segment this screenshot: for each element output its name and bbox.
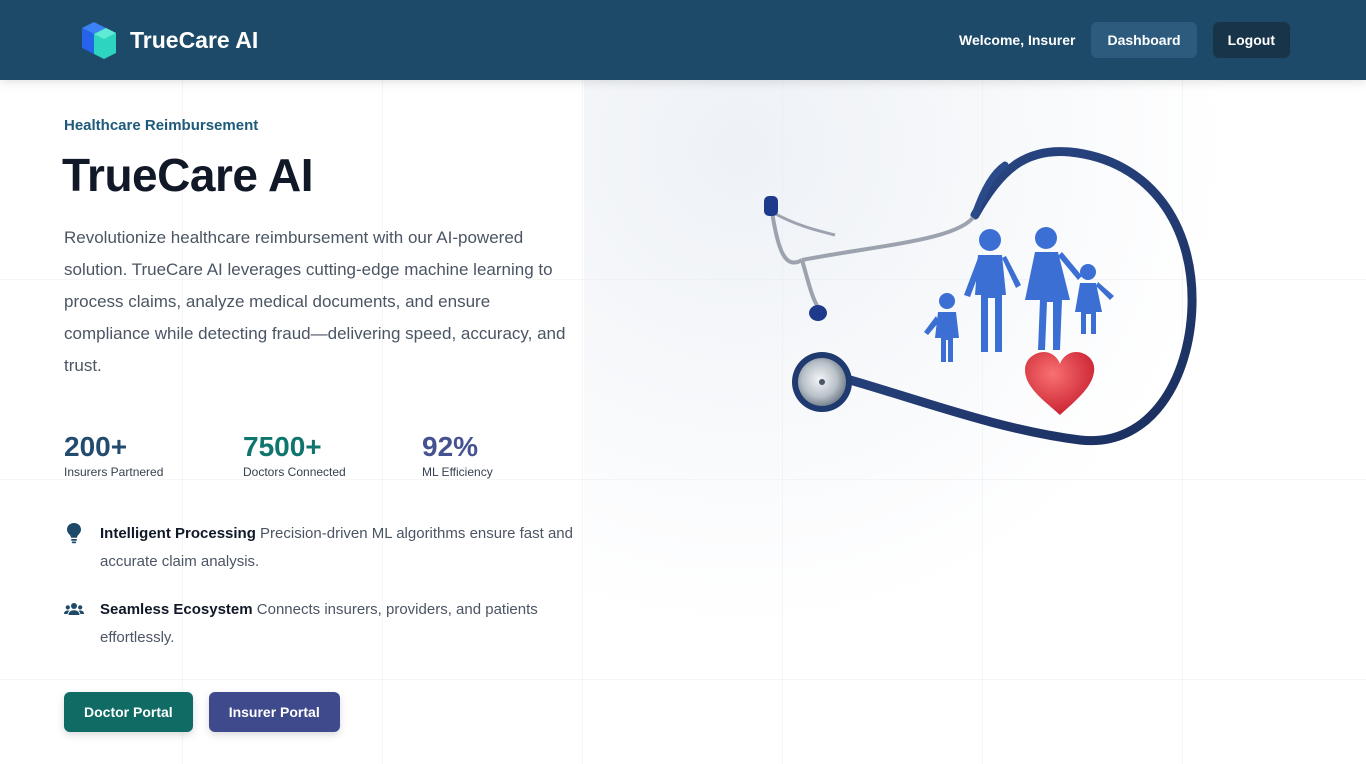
stat-value: 92% (422, 431, 479, 462)
feature-title: Intelligent Processing (100, 525, 256, 542)
feature-item: Intelligent Processing Precision-driven … (64, 520, 574, 576)
welcome-text: Welcome, Insurer (959, 32, 1076, 48)
users-icon (64, 603, 84, 615)
doctor-portal-button[interactable]: Doctor Portal (64, 692, 193, 732)
brand-link[interactable]: TrueCare AI (80, 20, 258, 60)
dashboard-button[interactable]: Dashboard (1091, 22, 1197, 58)
feature-list: Intelligent Processing Precision-driven … (64, 520, 574, 652)
stat-value: 200+ (64, 431, 128, 462)
lightbulb-icon (67, 523, 81, 544)
stat-insurers: 200+ Insurers Partnered (64, 430, 163, 479)
navbar-actions: Welcome, Insurer Dashboard Logout (959, 22, 1290, 58)
stat-label: ML Efficiency (422, 465, 493, 479)
logout-button[interactable]: Logout (1212, 22, 1290, 58)
stat-label: Doctors Connected (243, 465, 346, 479)
feature-item: Seamless Ecosystem Connects insurers, pr… (64, 596, 574, 652)
hero-description: Revolutionize healthcare reimbursement w… (64, 228, 566, 375)
brand-name: TrueCare AI (130, 26, 259, 53)
insurer-portal-button[interactable]: Insurer Portal (208, 692, 340, 732)
top-navbar: TrueCare AI Welcome, Insurer Dashboard L… (0, 0, 1366, 80)
stat-label: Insurers Partnered (64, 465, 164, 479)
hero-title: TrueCare AI (62, 149, 314, 201)
stat-efficiency: 92% ML Efficiency (422, 430, 493, 479)
stat-doctors: 7500+ Doctors Connected (243, 430, 346, 479)
portal-buttons: Doctor Portal Insurer Portal (64, 692, 340, 732)
stat-value: 7500+ (243, 431, 322, 462)
hero-eyebrow: Healthcare Reimbursement (64, 117, 259, 134)
cube-logo-icon (82, 22, 116, 59)
stats-row: 200+ Insurers Partnered 7500+ Doctors Co… (64, 430, 584, 484)
feature-title: Seamless Ecosystem (100, 601, 253, 618)
stethoscope-family-heart-icon (764, 147, 1197, 446)
